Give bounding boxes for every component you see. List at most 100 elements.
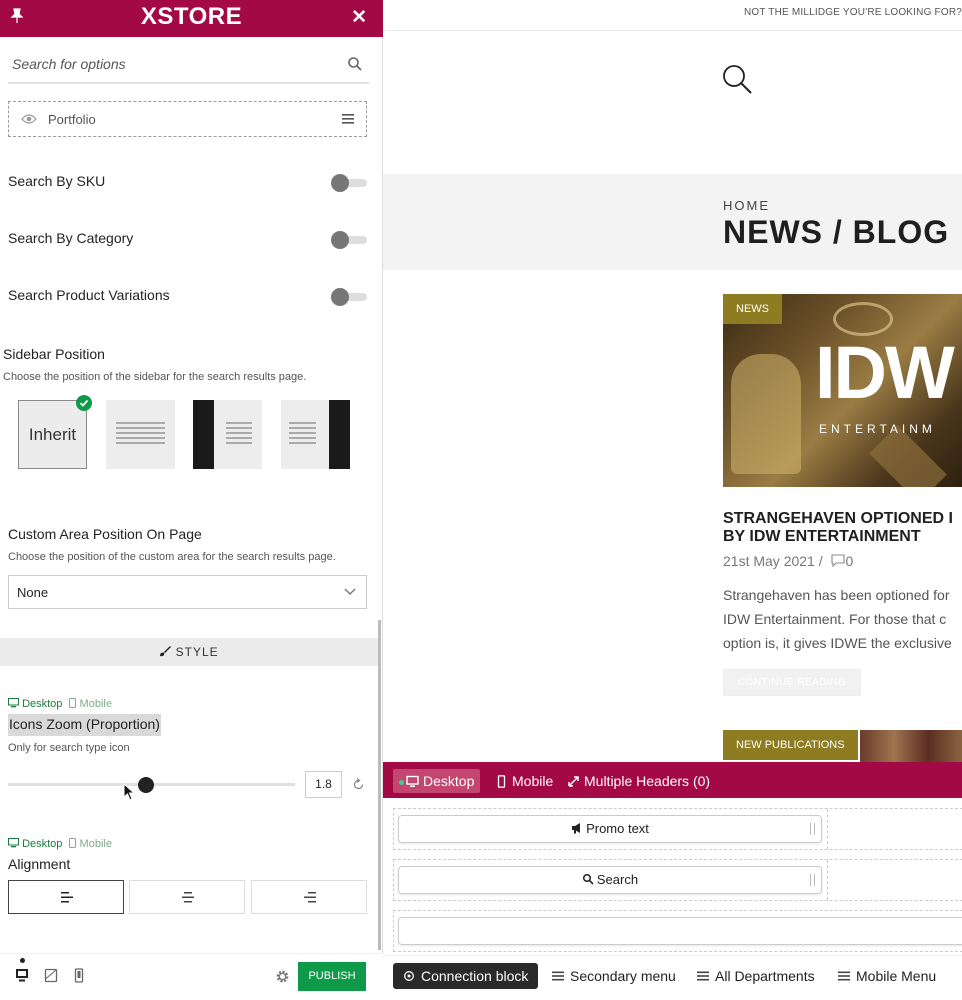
desktop-icon bbox=[8, 698, 19, 708]
layout-option-inherit[interactable]: Inherit bbox=[18, 395, 92, 469]
header-builder-canvas: Promo text Search bbox=[383, 798, 962, 955]
layout-option-left-sidebar[interactable] bbox=[193, 400, 262, 469]
search-icon bbox=[582, 873, 594, 885]
menu-icon bbox=[697, 971, 709, 981]
align-right-button[interactable] bbox=[251, 880, 367, 914]
top-notice[interactable]: NOT THE MILLIDGE YOU'RE LOOKING FOR? bbox=[744, 7, 962, 18]
align-center-button[interactable] bbox=[129, 880, 245, 914]
search-input[interactable] bbox=[8, 46, 338, 82]
options-search bbox=[8, 46, 369, 84]
builder-element-search[interactable]: Search bbox=[398, 866, 822, 894]
sidebar-position-title: Sidebar Position bbox=[3, 346, 105, 362]
post-category-badge[interactable]: NEW PUBLICATIONS bbox=[723, 730, 858, 760]
zoom-device-tabs: Desktop Mobile bbox=[8, 698, 112, 710]
element-secondary-menu[interactable]: Secondary menu bbox=[552, 963, 676, 989]
divider bbox=[383, 30, 962, 31]
layout-option-full-width[interactable] bbox=[106, 400, 175, 469]
xstore-logo: XSTORE bbox=[140, 3, 243, 30]
header-builder-toolbar: Desktop Mobile Multiple Headers (0) bbox=[383, 762, 962, 798]
sidebar-position-description: Choose the position of the sidebar for t… bbox=[3, 371, 307, 383]
category-toggle[interactable] bbox=[331, 231, 367, 249]
close-icon[interactable]: ✕ bbox=[351, 6, 367, 29]
device-tab-desktop[interactable]: Desktop bbox=[8, 698, 62, 710]
portfolio-label: Portfolio bbox=[48, 112, 96, 127]
megaphone-icon bbox=[572, 823, 581, 834]
toggle-row-category: Search By Category bbox=[8, 228, 369, 252]
toggle-row-variations: Search Product Variations bbox=[8, 285, 369, 309]
builder-empty-slot[interactable] bbox=[398, 917, 962, 945]
desktop-icon bbox=[406, 775, 419, 787]
toggle-label: Search Product Variations bbox=[8, 287, 170, 303]
brush-icon bbox=[160, 646, 172, 657]
device-tab-mobile[interactable]: Mobile bbox=[69, 698, 112, 710]
post-date: 21st May 2021 / bbox=[723, 553, 823, 569]
alignment-title: Alignment bbox=[8, 856, 71, 872]
zoom-value-field[interactable]: 1.8 bbox=[305, 771, 342, 798]
tab-multiple-headers[interactable]: Multiple Headers (0) bbox=[561, 769, 716, 793]
toggle-label: Search By Category bbox=[8, 230, 134, 246]
customizer-footer: PUBLISH bbox=[0, 953, 383, 1000]
post-category-badge[interactable]: NEWS bbox=[723, 294, 782, 324]
desktop-icon bbox=[8, 838, 19, 848]
variations-toggle[interactable] bbox=[331, 288, 367, 306]
slider-handle[interactable] bbox=[138, 777, 154, 793]
tab-desktop[interactable]: Desktop bbox=[393, 769, 481, 793]
gear-icon[interactable] bbox=[275, 969, 290, 984]
builder-element-promo-text[interactable]: Promo text bbox=[398, 815, 822, 843]
portfolio-item[interactable]: Portfolio bbox=[8, 101, 367, 137]
comment-count[interactable]: 0 bbox=[846, 553, 854, 569]
element-all-departments[interactable]: All Departments bbox=[697, 963, 815, 989]
multiple-headers-icon bbox=[568, 776, 579, 787]
drag-handle[interactable] bbox=[810, 874, 815, 886]
tab-mobile[interactable]: Mobile bbox=[489, 769, 559, 793]
mobile-icon bbox=[69, 838, 77, 848]
desktop-preview-icon[interactable] bbox=[15, 968, 29, 983]
customizer-sidebar: XSTORE ✕ Portfolio Search By SKU Search … bbox=[0, 0, 383, 1000]
post-excerpt-line: Strangehaven has been optioned for bbox=[723, 587, 950, 603]
toggle-label: Search By SKU bbox=[8, 173, 106, 189]
post-meta: 21st May 2021 / 0 bbox=[723, 553, 853, 569]
custom-area-description: Choose the position of the custom area f… bbox=[8, 551, 336, 563]
image-logo-text: IDW bbox=[815, 331, 955, 414]
toggle-row-sku: Search By SKU bbox=[8, 171, 369, 195]
layout-option-right-sidebar[interactable] bbox=[281, 400, 350, 469]
available-elements-bar: Connection block Secondary menu All Depa… bbox=[383, 955, 962, 1000]
menu-icon bbox=[838, 971, 850, 981]
mobile-preview-icon[interactable] bbox=[72, 968, 86, 983]
post-excerpt-line: option is, it gives IDWE the exclusive bbox=[723, 635, 952, 651]
image-subtext: ENTERTAINM bbox=[819, 422, 936, 436]
drag-handle[interactable] bbox=[810, 823, 815, 835]
icons-zoom-slider[interactable] bbox=[8, 775, 295, 795]
menu-icon[interactable] bbox=[342, 113, 354, 125]
align-left-icon bbox=[61, 892, 73, 903]
builder-row-bottom bbox=[393, 910, 962, 952]
comment-icon bbox=[830, 554, 845, 567]
post-excerpt-line: IDW Entertainment. For those that c bbox=[723, 611, 947, 627]
align-left-button[interactable] bbox=[8, 880, 124, 914]
element-connection-block[interactable]: Connection block bbox=[393, 963, 539, 989]
custom-area-title: Custom Area Position On Page bbox=[8, 526, 202, 542]
custom-area-select[interactable]: None bbox=[8, 575, 367, 609]
element-mobile-menu[interactable]: Mobile Menu bbox=[838, 963, 936, 989]
icons-zoom-title: Icons Zoom (Proportion) bbox=[8, 714, 161, 736]
connection-icon bbox=[404, 971, 414, 981]
style-section-header[interactable]: STYLE bbox=[0, 638, 378, 666]
tablet-preview-icon[interactable] bbox=[44, 968, 58, 983]
search-icon[interactable] bbox=[347, 56, 363, 72]
post-featured-image[interactable] bbox=[860, 730, 962, 762]
device-tab-desktop[interactable]: Desktop bbox=[8, 838, 62, 850]
continue-reading-button[interactable]: CONTINUE READING bbox=[723, 669, 861, 696]
search-icon[interactable] bbox=[721, 63, 753, 95]
post-title[interactable]: STRANGEHAVEN OPTIONED I BY IDW ENTERTAIN… bbox=[723, 510, 962, 546]
device-tab-mobile[interactable]: Mobile bbox=[69, 838, 112, 850]
page-title: NEWS / BLOG bbox=[723, 214, 950, 250]
page-heading-banner: HOME NEWS / BLOG bbox=[383, 174, 962, 270]
sku-toggle[interactable] bbox=[331, 174, 367, 192]
mobile-icon bbox=[497, 775, 506, 788]
reset-icon[interactable] bbox=[352, 778, 365, 791]
sidebar-scrollbar[interactable] bbox=[378, 620, 381, 950]
mouse-cursor-icon bbox=[123, 783, 136, 801]
breadcrumb[interactable]: HOME bbox=[723, 198, 770, 213]
eye-icon[interactable] bbox=[21, 113, 37, 125]
publish-button[interactable]: PUBLISH bbox=[298, 962, 366, 991]
